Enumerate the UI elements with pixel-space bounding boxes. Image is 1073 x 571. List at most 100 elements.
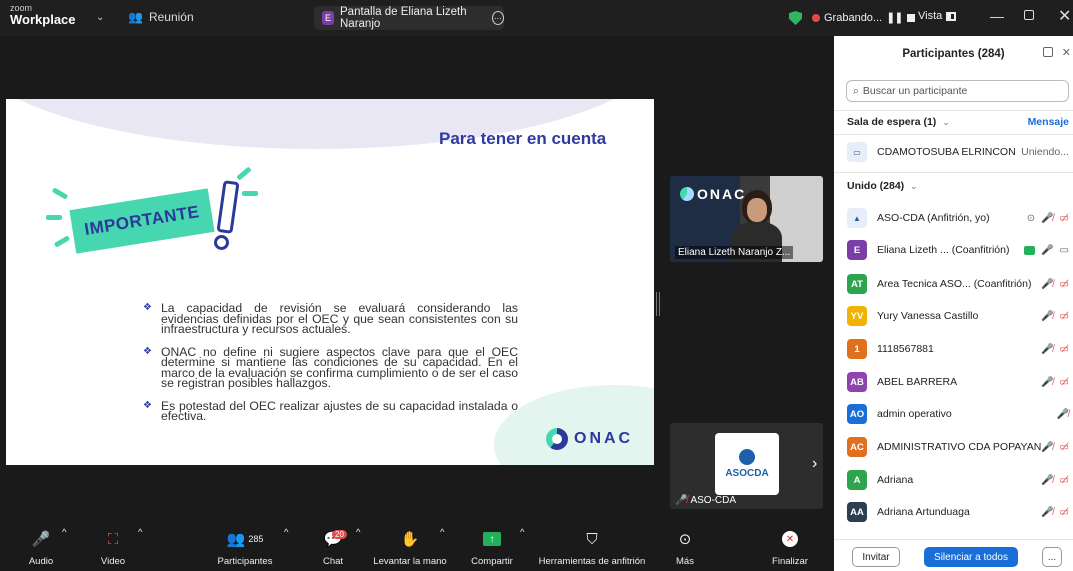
slide-title: Para tener en cuenta <box>439 129 607 148</box>
participant-row[interactable]: 1 1118567881 🎤̸ ▭̸ <box>847 337 1069 361</box>
share-more-icon[interactable]: ··· <box>491 11 504 25</box>
participant-search-input[interactable]: ⌕ Buscar un participante <box>846 80 1069 102</box>
camera-off-icon[interactable]: ▭̸ <box>1060 442 1069 453</box>
participant-row[interactable]: E Eliana Lizeth ... (Coanfitrión) 🎤 ▭ <box>847 238 1069 262</box>
video-button[interactable]: ⛶ Video <box>98 527 128 568</box>
participants-options-chevron-icon[interactable]: ^ <box>284 527 288 538</box>
participant-name: 1118567881 <box>877 343 934 355</box>
mic-on-icon[interactable]: 🎤 <box>1041 245 1053 256</box>
next-page-arrow-icon[interactable]: › <box>812 455 817 473</box>
stop-recording-icon[interactable] <box>906 13 915 22</box>
divider <box>834 172 1073 173</box>
slide-bullet: La capacidad de revisión se evaluará con… <box>143 302 518 335</box>
recording-dot-icon <box>812 13 820 22</box>
sparkle-shape <box>51 187 69 200</box>
asocda-logo: ASOCDA <box>715 433 779 495</box>
mute-all-button[interactable]: Silenciar a todos <box>924 547 1018 567</box>
mic-muted-icon[interactable]: 🎤̸ <box>1041 311 1053 322</box>
maximize-icon[interactable] <box>1024 10 1034 20</box>
close-icon[interactable]: ✕ <box>1058 6 1071 26</box>
participant-status-icons: ⊙ 🎤̸ ▭̸ <box>1027 213 1069 224</box>
camera-off-icon[interactable]: ▭̸ <box>1060 377 1069 388</box>
divider <box>834 110 1073 111</box>
chat-options-chevron-icon[interactable]: ^ <box>356 527 360 538</box>
exclamation-dot-icon <box>214 235 229 250</box>
participants-button[interactable]: 👥 285 Participantes <box>214 527 276 567</box>
participant-row[interactable]: YV Yury Vanessa Castillo 🎤̸ ▭̸ <box>847 304 1069 328</box>
participant-status-icons: 🎤̸ ▭̸ <box>1041 507 1069 518</box>
panel-close-icon[interactable]: ✕ <box>1062 46 1071 59</box>
participant-avatar: AC <box>847 437 867 457</box>
camera-off-icon[interactable]: ▭̸ <box>1060 344 1069 355</box>
participant-row[interactable]: AC ADMINISTRATIVO CDA POPAYAN 🎤̸ ▭̸ <box>847 435 1069 459</box>
view-button[interactable]: Vista <box>918 10 957 22</box>
participant-row[interactable]: AT Area Tecnica ASO... (Coanfitrión) 🎤̸ … <box>847 272 1069 296</box>
camera-off-icon[interactable]: ▭̸ <box>1060 311 1069 322</box>
camera-off-icon[interactable]: ▭̸ <box>1060 279 1069 290</box>
mic-muted-icon[interactable]: 🎤̸ <box>1041 344 1053 355</box>
hand-icon: ✋ <box>400 531 420 548</box>
title-bar: zoom Workplace ⌄ 👥 Reunión E Pantalla de… <box>0 0 1073 36</box>
joined-header[interactable]: Unido (284) ⌄ <box>847 180 918 192</box>
waiting-room-header[interactable]: Sala de espera (1) ⌄ <box>847 116 950 128</box>
participant-name: ABEL BARRERA <box>877 376 958 388</box>
camera-icon[interactable]: ▭ <box>1060 245 1069 256</box>
mic-muted-icon[interactable]: 🎤̸ <box>1041 279 1053 290</box>
end-meeting-button[interactable]: ✕ Finalizar <box>768 527 812 567</box>
participant-avatar: AB <box>847 372 867 392</box>
participant-row[interactable]: ▲ ASO-CDA (Anfitrión, yo) ⊙ 🎤̸ ▭̸ <box>847 206 1069 230</box>
asocda-logo-text: ASOCDA <box>725 468 769 479</box>
security-shield-icon[interactable] <box>789 11 802 25</box>
camera-off-icon[interactable]: ▭̸ <box>1060 475 1069 486</box>
participant-row[interactable]: AO admin operativo 🎤̸ <box>847 402 1069 426</box>
participant-avatar: AO <box>847 404 867 424</box>
video-tile-aso-cda[interactable]: ASOCDA 🎤̸ ASO-CDA <box>670 423 823 509</box>
share-screen-icon: ↑ <box>468 527 516 551</box>
reactions-chevron-icon[interactable]: ^ <box>440 527 444 538</box>
mic-muted-icon: 🎤̸ <box>675 495 688 506</box>
raise-hand-button[interactable]: ✋ Levantar la mano <box>372 527 448 567</box>
minimize-icon[interactable]: — <box>990 8 1004 24</box>
mic-muted-icon[interactable]: 🎤̸ <box>1041 442 1053 453</box>
brand-chevron-down-icon[interactable]: ⌄ <box>96 12 104 23</box>
participant-row[interactable]: AA Adriana Artunduaga 🎤̸ ▭̸ <box>847 500 1069 524</box>
camera-off-icon[interactable]: ▭̸ <box>1060 213 1069 224</box>
share-button[interactable]: ↑ Compartir <box>468 527 516 567</box>
chat-button[interactable]: 💬 20 Chat <box>318 527 348 567</box>
mic-muted-icon[interactable]: 🎤̸ <box>1057 409 1069 420</box>
pause-recording-icon[interactable]: ❚❚ <box>886 11 903 24</box>
panel-more-button[interactable]: ... <box>1042 547 1062 567</box>
host-tools-button[interactable]: ⛉ Herramientas de anfitrión <box>536 527 648 568</box>
view-grid-icon <box>946 11 957 21</box>
waiting-participant-row[interactable]: ▭ CDAMOTOSUBA ELRINCON Uniendo... <box>847 140 1069 164</box>
slide-bullet: ONAC no define ni sugiere aspectos clave… <box>143 345 518 389</box>
video-tile-name: Eliana Lizeth Naranjo Z... <box>675 246 794 259</box>
chevron-down-icon: ⌄ <box>910 180 918 191</box>
participants-panel: Participantes (284) ✕ ⌕ Buscar un partic… <box>834 36 1073 571</box>
video-tile-eliana[interactable]: ONAC Eliana Lizeth Naranjo Z... <box>670 176 823 262</box>
more-button[interactable]: ⊙ Más <box>672 527 698 567</box>
message-waiting-link[interactable]: Mensaje <box>1028 116 1069 128</box>
audio-button[interactable]: 🎤 Audio <box>22 527 60 567</box>
participant-row[interactable]: A Adriana 🎤̸ ▭̸ <box>847 468 1069 492</box>
camera-off-icon[interactable]: ▭̸ <box>1060 507 1069 518</box>
mic-muted-icon[interactable]: 🎤̸ <box>1041 377 1053 388</box>
mic-muted-icon[interactable]: 🎤̸ <box>1041 507 1053 518</box>
video-brand-logo: ONAC <box>680 186 746 202</box>
audio-options-chevron-icon[interactable]: ^ <box>62 527 66 538</box>
panel-splitter-handle[interactable] <box>656 292 660 316</box>
participant-status-icons: 🎤̸ ▭̸ <box>1041 311 1069 322</box>
meeting-info-button[interactable]: 👥 Reunión <box>128 10 194 24</box>
mic-muted-icon[interactable]: 🎤̸ <box>1041 475 1053 486</box>
popout-icon[interactable] <box>1043 47 1053 57</box>
onac-logo-text: ONAC <box>574 430 634 447</box>
participant-row[interactable]: AB ABEL BARRERA 🎤̸ ▭̸ <box>847 370 1069 394</box>
participant-avatar: A <box>847 470 867 490</box>
invite-button[interactable]: Invitar <box>852 547 900 567</box>
video-options-chevron-icon[interactable]: ^ <box>138 527 142 538</box>
shared-screen: Para tener en cuenta IMPORTANTE La capac… <box>6 99 654 465</box>
participant-name: Yury Vanessa Castillo <box>877 310 979 322</box>
screen-share-indicator[interactable]: E Pantalla de Eliana Lizeth Naranjo ··· <box>314 6 504 30</box>
mic-muted-icon[interactable]: 🎤̸ <box>1041 213 1053 224</box>
share-options-chevron-icon[interactable]: ^ <box>520 527 524 538</box>
